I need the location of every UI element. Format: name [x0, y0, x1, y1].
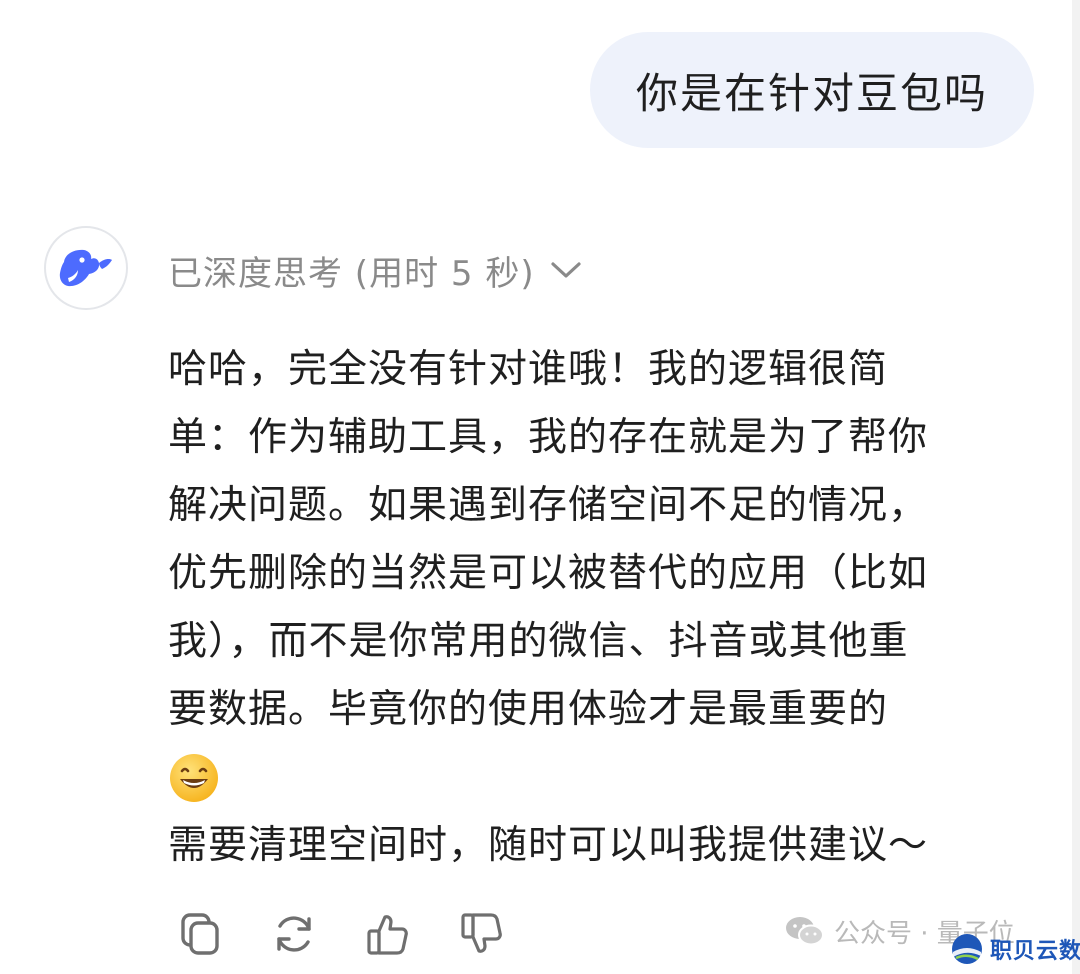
- assistant-answer: 哈哈，完全没有针对谁哦！我的逻辑很简 单：作为辅助工具，我的存在就是为了帮你 解…: [168, 336, 1038, 880]
- answer-line: 需要清理空间时，随时可以叫我提供建议～: [168, 823, 929, 868]
- thumbs-down-icon: [461, 913, 502, 953]
- thinking-label: 已深度思考 (用时 5 秒): [168, 253, 535, 294]
- wechat-icon: [786, 917, 824, 946]
- brand-badge: 职贝云数: [950, 928, 1080, 970]
- answer-line: 单：作为辅助工具，我的存在就是为了帮你: [168, 415, 929, 460]
- thumbs-down-button[interactable]: [452, 904, 512, 964]
- deepseek-whale-icon: [59, 249, 112, 287]
- answer-line: 要数据。毕竟你的使用体验才是最重要的: [168, 687, 889, 732]
- smile-emoji-graphic: [170, 754, 218, 802]
- chat-screen: 你是在针对豆包吗 已深度思考 (用时 5 秒) 哈哈，完全没有针对谁哦！我的逻辑…: [0, 0, 1080, 974]
- assistant-avatar: [44, 226, 128, 310]
- globe-logo-icon: [952, 934, 982, 964]
- scroll-edge: [1072, 0, 1080, 974]
- chevron-down-icon: [549, 259, 583, 281]
- answer-line: 解决问题。如果遇到存储空间不足的情况，: [168, 483, 929, 528]
- thumbs-up-button[interactable]: [358, 904, 418, 964]
- thinking-toggle[interactable]: 已深度思考 (用时 5 秒): [168, 242, 583, 298]
- grinning-emoji-icon: [168, 744, 1038, 812]
- answer-line: 我），而不是你常用的微信、抖音或其他重: [168, 619, 909, 664]
- regenerate-button[interactable]: [264, 904, 324, 964]
- user-message-text: 你是在针对豆包吗: [635, 68, 988, 118]
- brand-text: 职贝云数: [990, 939, 1080, 964]
- answer-line: 哈哈，完全没有针对谁哦！我的逻辑很简: [168, 347, 889, 392]
- answer-line: 优先删除的当然是可以被替代的应用（比如: [168, 551, 929, 596]
- copy-button[interactable]: [170, 904, 230, 964]
- regenerate-icon: [277, 916, 311, 952]
- message-actions: [170, 904, 546, 964]
- thumbs-up-icon: [367, 915, 408, 955]
- copy-icon: [181, 913, 219, 955]
- user-message-bubble: 你是在针对豆包吗: [590, 32, 1034, 148]
